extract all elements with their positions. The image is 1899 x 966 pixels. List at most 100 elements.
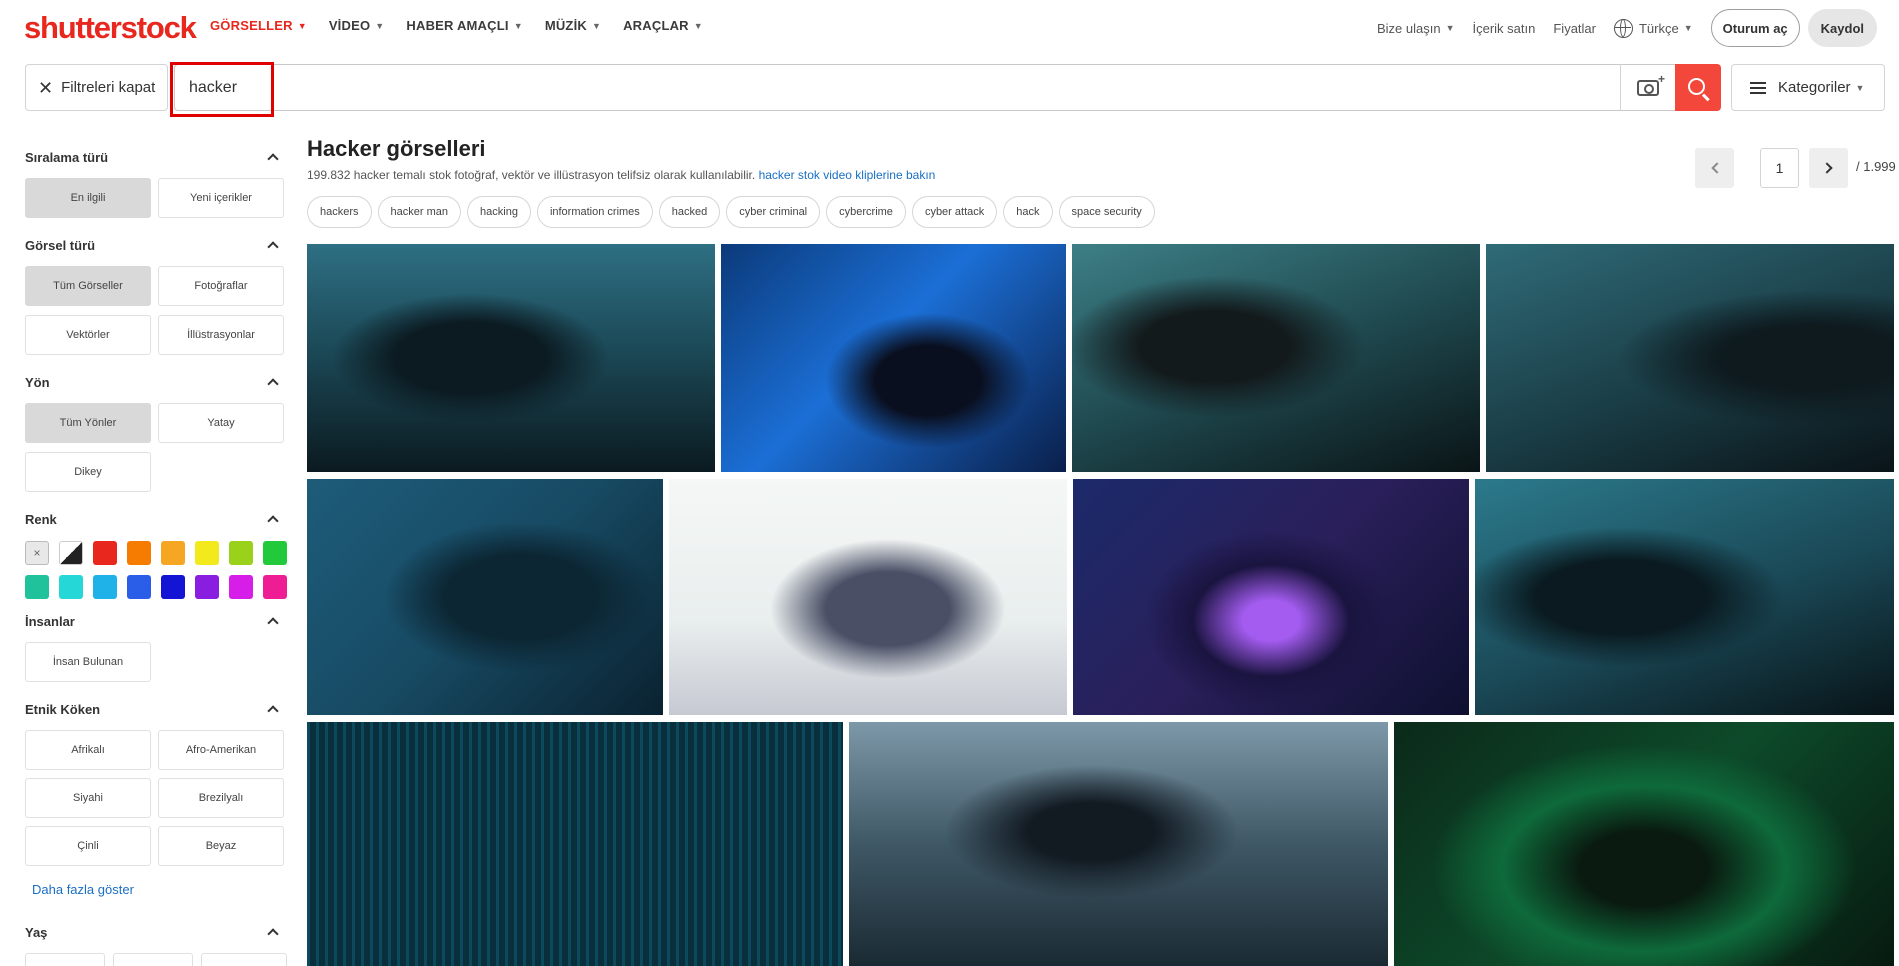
contact-link[interactable]: Bize ulaşın ▼	[1377, 21, 1455, 36]
nav-music-label: MÜZİK	[544, 18, 587, 33]
ethnicity-header[interactable]: Etnik Köken	[25, 699, 287, 719]
image-thumbnail[interactable]	[1394, 722, 1894, 966]
ethnicity-white[interactable]: Beyaz	[158, 826, 284, 866]
image-type-photos[interactable]: Fotoğraflar	[158, 266, 284, 306]
image-thumbnail[interactable]	[849, 722, 1388, 966]
tag-chip[interactable]: hacked	[658, 196, 721, 228]
color-swatch[interactable]	[263, 575, 287, 599]
chevron-down-icon: ▼	[375, 20, 385, 31]
color-swatch[interactable]	[25, 575, 49, 599]
shutterstock-logo[interactable]: shutterstock	[24, 10, 197, 46]
image-thumbnail[interactable]	[1475, 479, 1894, 715]
nav-editorial[interactable]: HABER AMAÇLI ▼	[406, 18, 522, 33]
ethnicity-african-american[interactable]: Afro-Amerikan	[158, 730, 284, 770]
results-summary: 199.832 hacker temalı stok fotoğraf, vek…	[307, 168, 935, 182]
sort-option-relevant[interactable]: En ilgili	[25, 178, 151, 218]
register-button[interactable]: Kaydol	[1807, 9, 1877, 47]
pricing-link[interactable]: Fiyatlar	[1553, 21, 1596, 36]
color-swatch[interactable]	[195, 575, 219, 599]
orientation-vertical[interactable]: Dikey	[25, 452, 151, 492]
search-input[interactable]	[189, 65, 1589, 110]
orientation-title: Yön	[25, 374, 50, 390]
show-more-link[interactable]: Daha fazla göster	[32, 882, 134, 897]
image-thumbnail[interactable]	[1486, 244, 1894, 472]
nav-tools[interactable]: ARAÇLAR ▼	[623, 18, 703, 33]
close-filters-button[interactable]: ✕ Filtreleri kapat	[25, 64, 168, 111]
chevron-down-icon: ▼	[1683, 23, 1693, 33]
tag-chip[interactable]: information crimes	[536, 196, 653, 228]
image-type-all[interactable]: Tüm Görseller	[25, 266, 151, 306]
tag-chip[interactable]: cybercrime	[826, 196, 906, 228]
image-thumbnail[interactable]	[307, 722, 843, 966]
image-thumbnail[interactable]	[307, 479, 663, 715]
nav-music[interactable]: MÜZİK ▼	[545, 18, 601, 33]
image-thumbnail[interactable]	[307, 244, 715, 472]
categories-button[interactable]: Kategoriler ▼	[1731, 64, 1885, 111]
ethnicity-african[interactable]: Afrikalı	[25, 730, 151, 770]
color-swatch[interactable]	[195, 541, 219, 565]
sort-header[interactable]: Sıralama türü	[25, 147, 287, 167]
chevron-left-icon	[1710, 162, 1723, 174]
tag-chip[interactable]: hacker man	[377, 196, 462, 228]
age-header[interactable]: Yaş	[25, 922, 287, 942]
nav-video[interactable]: VİDEO ▼	[329, 18, 385, 33]
nav-images-label: GÖRSELLER	[210, 18, 293, 33]
main-nav-links: GÖRSELLER ▼ VİDEO ▼ HABER AMAÇLI ▼ MÜZİK ▼ A…	[210, 18, 725, 33]
age-title: Yaş	[25, 924, 48, 940]
reverse-image-search-button[interactable]	[1620, 64, 1675, 111]
color-swatch[interactable]	[161, 541, 185, 565]
color-swatch[interactable]	[161, 575, 185, 599]
color-header[interactable]: Renk	[25, 509, 287, 529]
nav-video-label: VİDEO	[328, 18, 371, 33]
ethnicity-brazilian[interactable]: Brezilyalı	[158, 778, 284, 818]
chevron-up-icon	[267, 241, 279, 253]
color-swatch[interactable]	[127, 541, 151, 565]
color-swatch[interactable]	[93, 575, 117, 599]
image-thumbnail[interactable]	[1073, 479, 1469, 715]
people-header[interactable]: İnsanlar	[25, 611, 287, 631]
orientation-header[interactable]: Yön	[25, 372, 287, 392]
search-button[interactable]	[1675, 64, 1721, 111]
color-swatch[interactable]	[93, 541, 117, 565]
color-title: Renk	[25, 511, 57, 527]
tag-chip[interactable]: cyber attack	[911, 196, 998, 228]
color-swatch[interactable]	[127, 575, 151, 599]
ethnicity-black[interactable]: Siyahi	[25, 778, 151, 818]
prev-page-button[interactable]	[1695, 148, 1734, 188]
chevron-up-icon	[267, 153, 279, 165]
globe-icon	[1613, 18, 1633, 38]
clear-color-swatch[interactable]: ×	[25, 541, 49, 565]
page-number-input[interactable]: 1	[1760, 148, 1799, 188]
tag-chip[interactable]: space security	[1058, 196, 1155, 228]
image-thumbnail[interactable]	[669, 479, 1067, 715]
tag-chip[interactable]: hack	[1003, 196, 1053, 228]
sell-content-link[interactable]: İçerik satın	[1473, 21, 1536, 36]
next-page-button[interactable]	[1809, 148, 1848, 188]
color-swatch[interactable]	[229, 575, 253, 599]
image-thumbnail[interactable]	[721, 244, 1066, 472]
tag-chip[interactable]: hacking	[467, 196, 531, 228]
color-swatch[interactable]	[263, 541, 287, 565]
age-option[interactable]	[113, 953, 193, 966]
image-type-illustrations[interactable]: İllüstrasyonlar	[158, 315, 284, 355]
orientation-all[interactable]: Tüm Yönler	[25, 403, 151, 443]
color-swatch[interactable]	[229, 541, 253, 565]
signin-button[interactable]: Oturum aç	[1710, 9, 1800, 47]
image-thumbnail[interactable]	[1072, 244, 1480, 472]
sort-section: Sıralama türü En ilgili Yeni içerikler	[25, 147, 287, 218]
language-selector[interactable]: Türkçe ▼	[1613, 18, 1693, 38]
orientation-horizontal[interactable]: Yatay	[158, 403, 284, 443]
color-swatch[interactable]	[59, 541, 83, 565]
nav-images[interactable]: GÖRSELLER ▼	[210, 18, 307, 33]
image-type-vectors[interactable]: Vektörler	[25, 315, 151, 355]
video-clips-link[interactable]: hacker stok video kliplerine bakın	[759, 168, 936, 182]
color-swatch[interactable]	[59, 575, 83, 599]
people-with-people[interactable]: İnsan Bulunan	[25, 642, 151, 682]
sort-option-newest[interactable]: Yeni içerikler	[158, 178, 284, 218]
image-type-header[interactable]: Görsel türü	[25, 235, 287, 255]
tag-chip[interactable]: cyber criminal	[726, 196, 821, 228]
ethnicity-chinese[interactable]: Çinli	[25, 826, 151, 866]
age-option[interactable]	[25, 953, 105, 966]
tag-chip[interactable]: hackers	[307, 196, 372, 228]
age-option[interactable]	[201, 953, 287, 966]
